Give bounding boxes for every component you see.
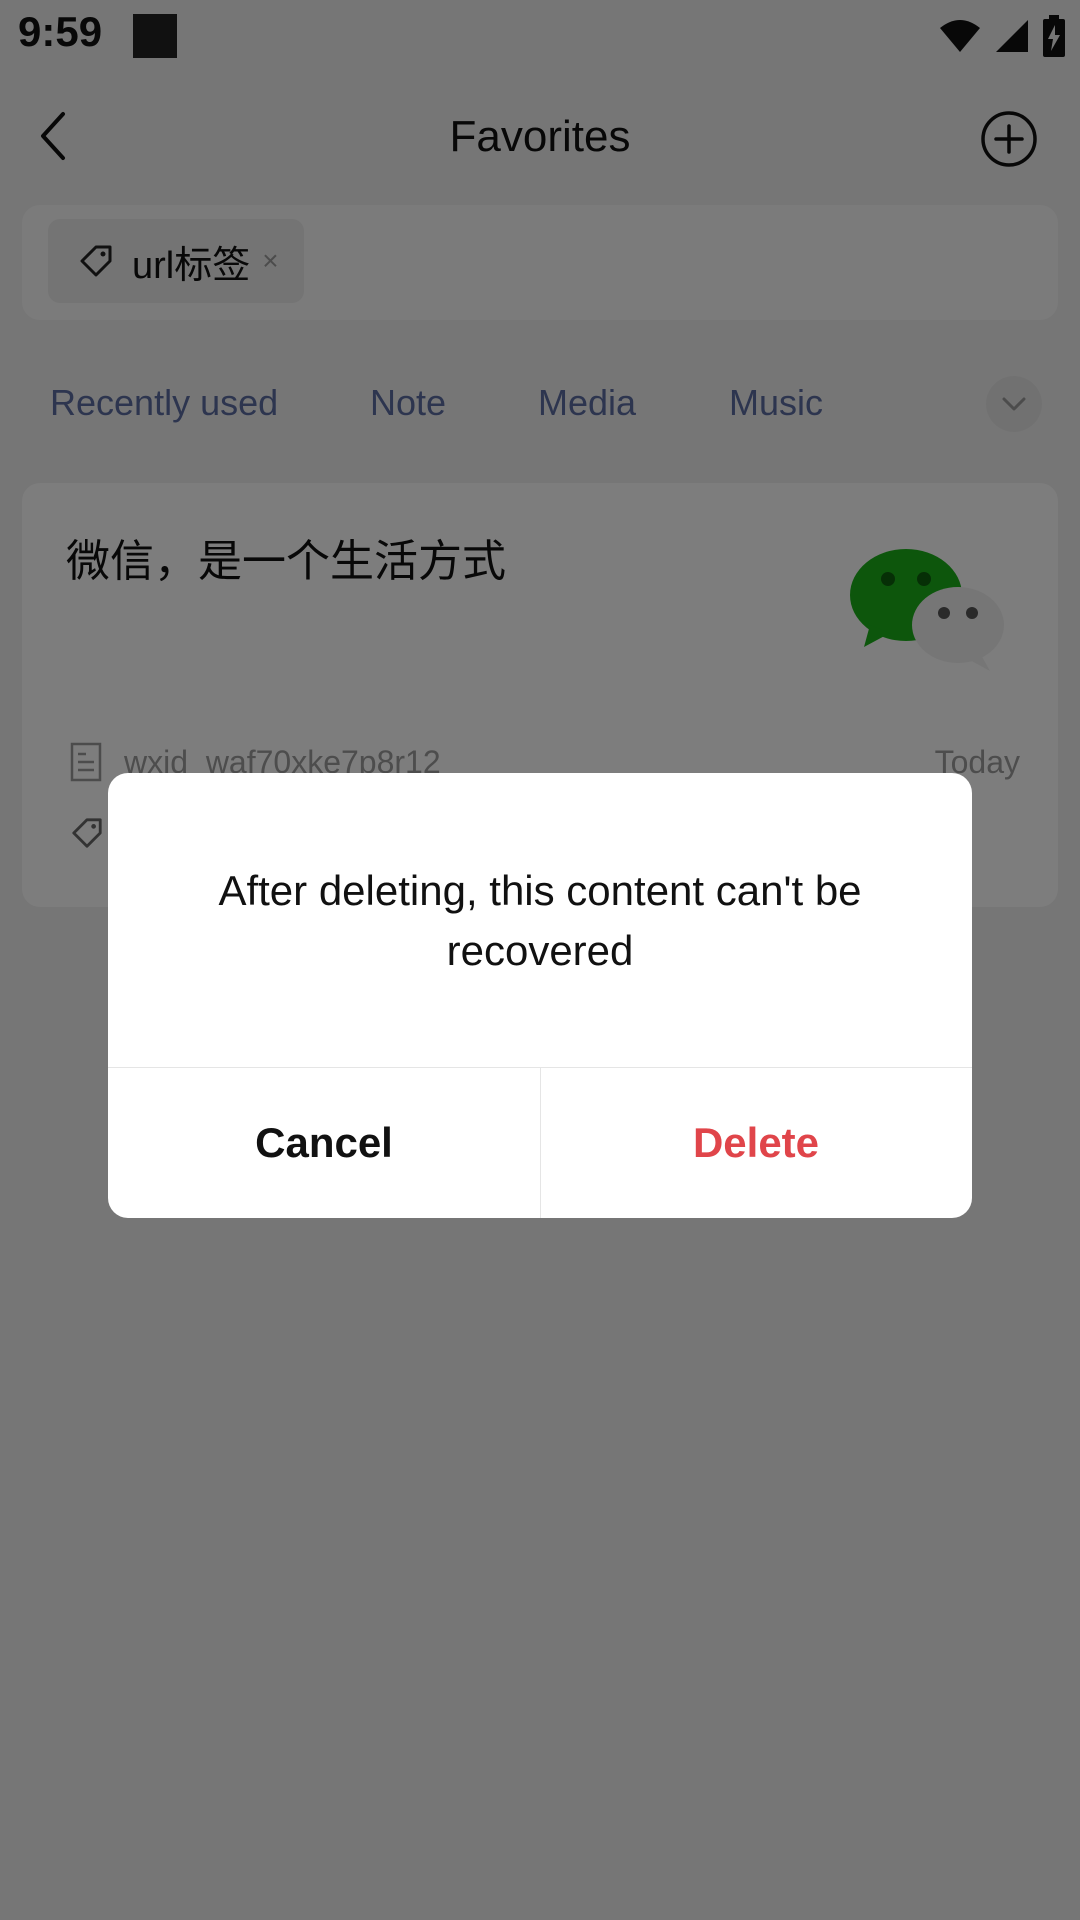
dialog-message: After deleting, this content can't be re… <box>218 867 862 974</box>
cancel-button[interactable]: Cancel <box>108 1068 540 1218</box>
delete-confirm-dialog: After deleting, this content can't be re… <box>108 773 972 1218</box>
delete-button[interactable]: Delete <box>540 1068 972 1218</box>
favorites-screen: 9:59 Favorites <box>0 0 1080 1920</box>
